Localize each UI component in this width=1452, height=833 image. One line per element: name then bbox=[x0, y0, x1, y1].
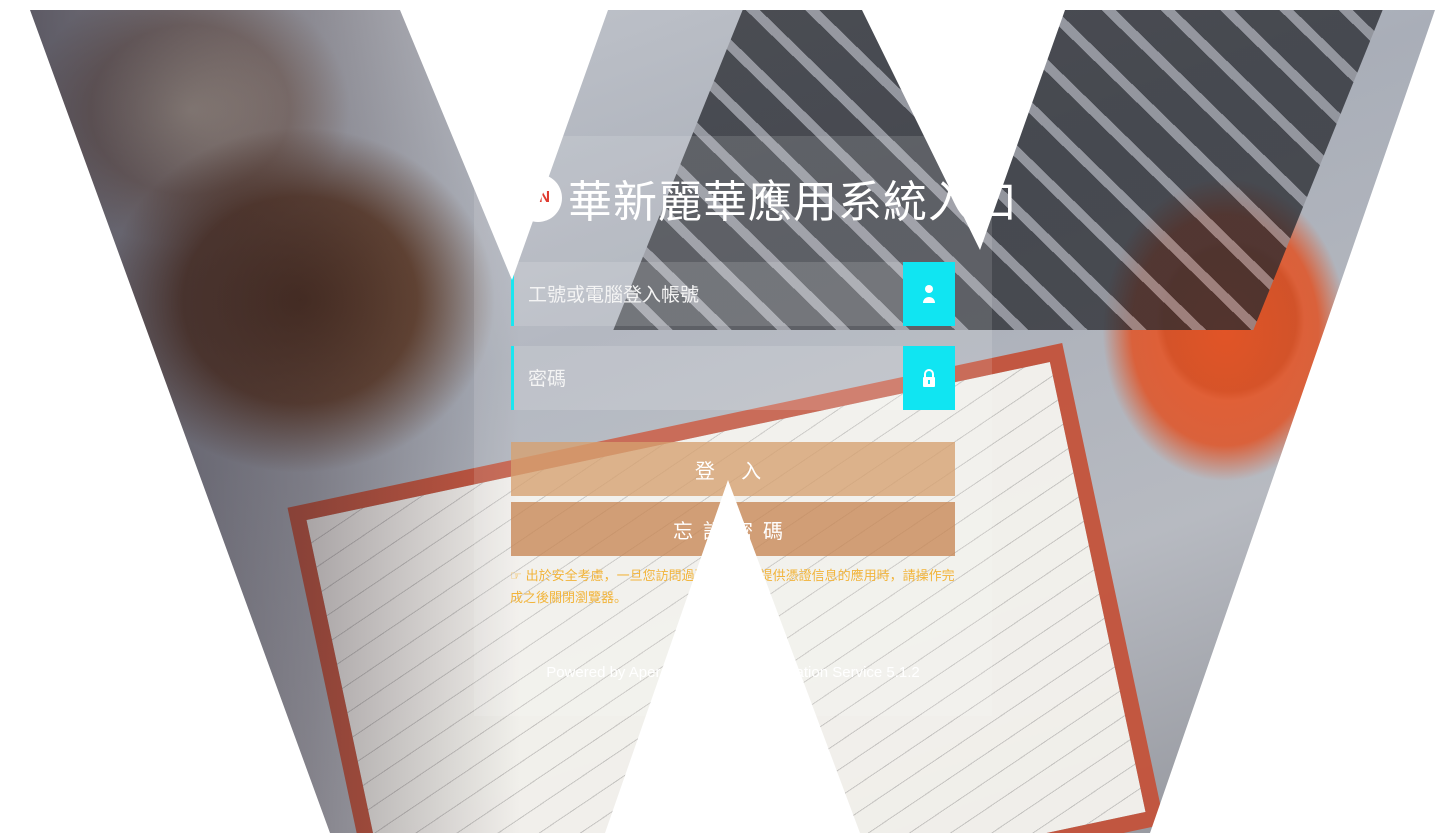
w-logo-mask bbox=[0, 0, 1452, 833]
login-page: GN 華新麗華應用系統入口 登 入 忘記密碼 ☞出於安全考慮，一旦您訪問過那些需… bbox=[0, 0, 1452, 833]
